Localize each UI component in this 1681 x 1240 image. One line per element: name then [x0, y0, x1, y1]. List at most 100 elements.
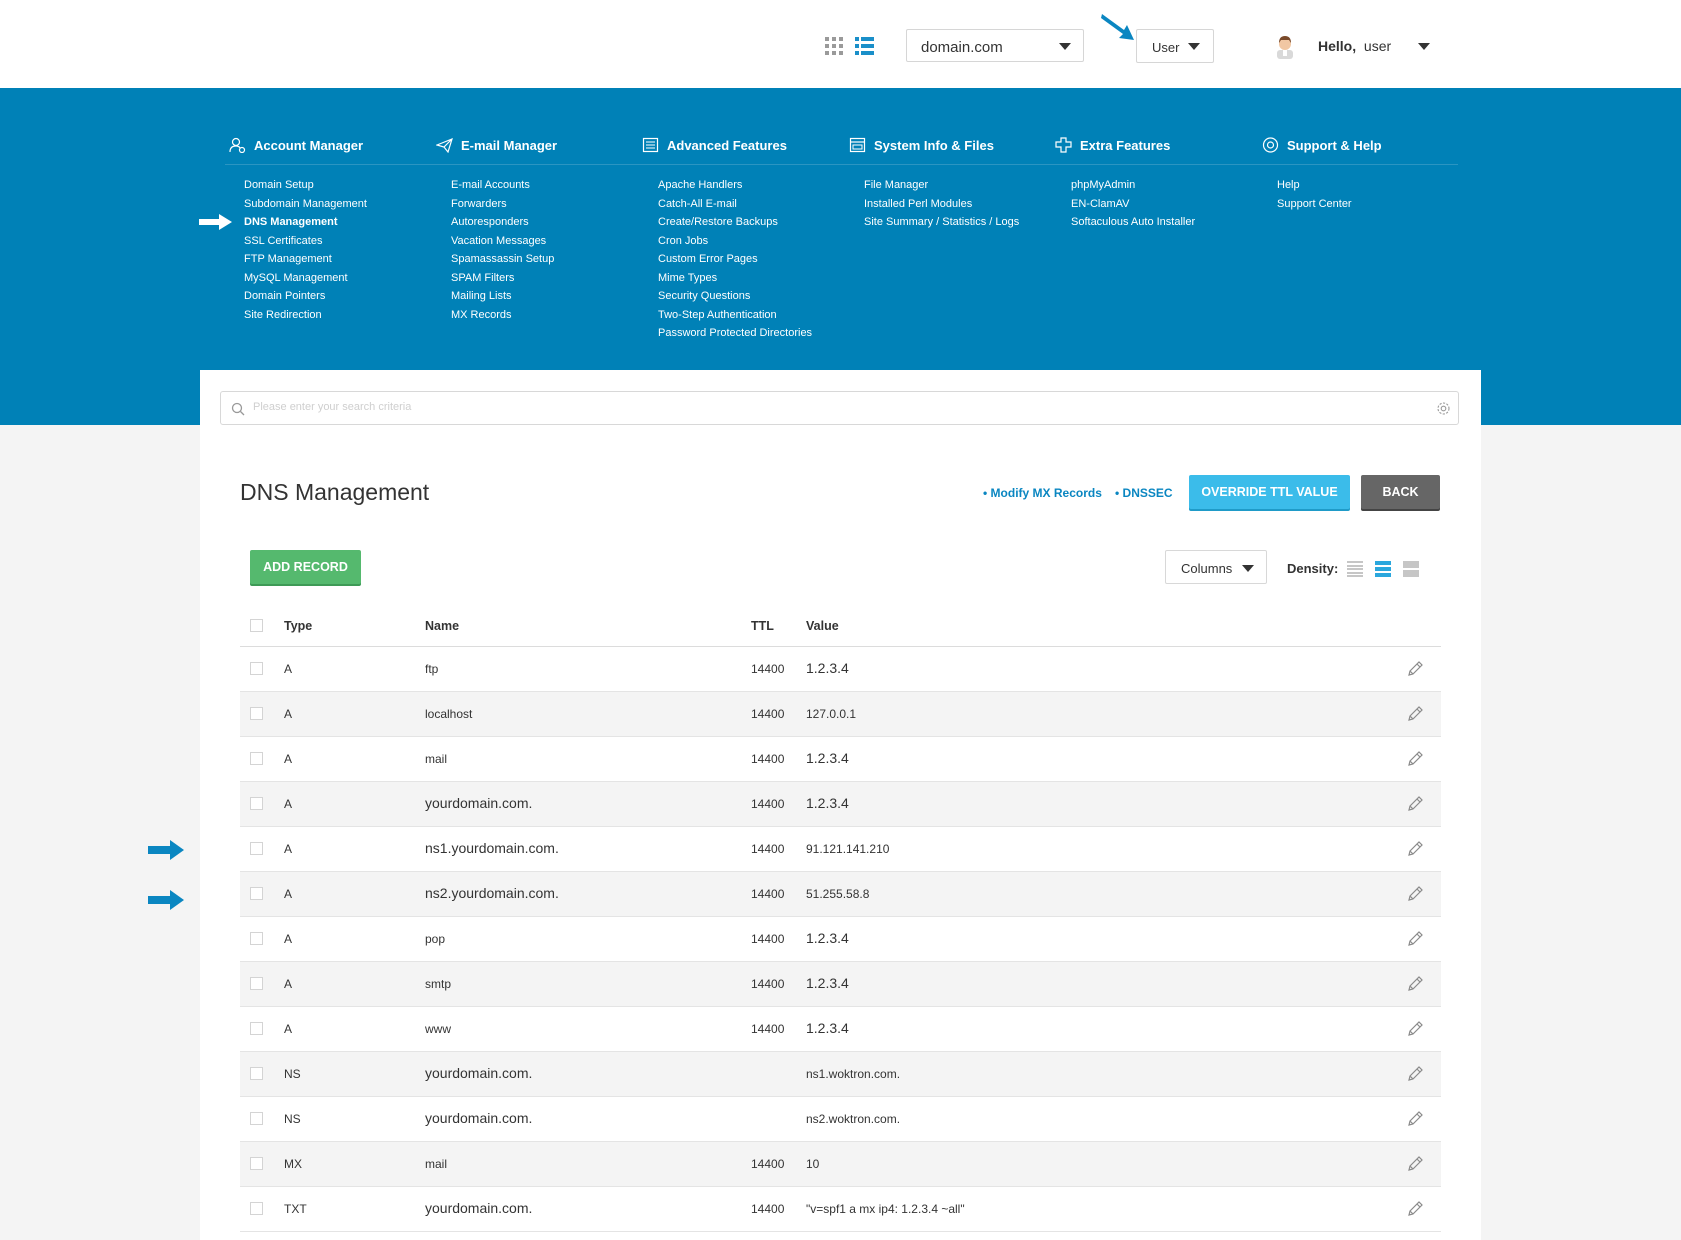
menu-item[interactable]: Mailing Lists	[451, 289, 554, 308]
record-type: A	[284, 707, 293, 721]
edit-pencil-icon[interactable]	[1406, 1110, 1424, 1128]
row-checkbox[interactable]	[250, 1067, 263, 1080]
edit-pencil-icon[interactable]	[1406, 660, 1424, 678]
search-input[interactable]	[251, 400, 1405, 414]
menu-heading[interactable]: Account Manager	[229, 136, 363, 154]
edit-pencil-icon[interactable]	[1406, 840, 1424, 858]
menu-item[interactable]: Vacation Messages	[451, 234, 554, 253]
edit-pencil-icon[interactable]	[1406, 705, 1424, 723]
user-menu-chevron-icon[interactable]	[1418, 43, 1430, 50]
density-compact-icon[interactable]	[1347, 561, 1363, 577]
record-type: A	[284, 797, 293, 811]
menu-item[interactable]: Softaculous Auto Installer	[1071, 215, 1195, 234]
menu-item[interactable]: Catch-All E-mail	[658, 197, 812, 216]
override-ttl-button[interactable]: OVERRIDE TTL VALUE	[1189, 475, 1350, 509]
row-checkbox[interactable]	[250, 887, 263, 900]
menu-item[interactable]: Mime Types	[658, 271, 812, 290]
menu-item[interactable]: EN-ClamAV	[1071, 197, 1195, 216]
column-header-type[interactable]: Type	[284, 619, 312, 633]
list-view-icon[interactable]	[855, 37, 874, 55]
modify-mx-records-link[interactable]: • Modify MX Records	[983, 486, 1102, 500]
username: user	[1363, 38, 1392, 54]
menu-heading[interactable]: System Info & Files	[849, 136, 994, 154]
edit-pencil-icon[interactable]	[1406, 975, 1424, 993]
record-value: ns1.woktron.com.	[806, 1067, 901, 1081]
row-checkbox[interactable]	[250, 707, 263, 720]
density-normal-icon[interactable]	[1375, 561, 1391, 577]
edit-pencil-icon[interactable]	[1406, 1155, 1424, 1173]
menu-item[interactable]: Two-Step Authentication	[658, 308, 812, 327]
menu-item[interactable]: Apache Handlers	[658, 178, 812, 197]
record-name: yourdomain.com.	[425, 1200, 533, 1216]
menu-item[interactable]: FTP Management	[244, 252, 367, 271]
menu-heading[interactable]: Extra Features	[1055, 136, 1170, 154]
menu-item[interactable]: Cron Jobs	[658, 234, 812, 253]
edit-pencil-icon[interactable]	[1406, 750, 1424, 768]
menu-item[interactable]: File Manager	[864, 178, 1019, 197]
grid-view-icon[interactable]	[825, 37, 843, 55]
menu-item[interactable]: SPAM Filters	[451, 271, 554, 290]
columns-label: Columns	[1181, 561, 1233, 576]
record-ttl: 14400	[751, 797, 785, 811]
column-header-value[interactable]: Value	[806, 619, 839, 633]
menu-heading[interactable]: Advanced Features	[642, 136, 787, 154]
column-header-ttl[interactable]: TTL	[751, 619, 774, 633]
menu-item[interactable]: E-mail Accounts	[451, 178, 554, 197]
row-checkbox[interactable]	[250, 1112, 263, 1125]
dnssec-link[interactable]: • DNSSEC	[1115, 486, 1173, 500]
menu-item[interactable]: Security Questions	[658, 289, 812, 308]
edit-pencil-icon[interactable]	[1406, 795, 1424, 813]
menu-item[interactable]: Domain Pointers	[244, 289, 367, 308]
add-record-button[interactable]: ADD RECORD	[250, 550, 361, 584]
edit-pencil-icon[interactable]	[1406, 1065, 1424, 1083]
menu-item[interactable]: Forwarders	[451, 197, 554, 216]
row-checkbox[interactable]	[250, 932, 263, 945]
column-header-name[interactable]: Name	[425, 619, 459, 633]
avatar[interactable]	[1275, 34, 1295, 59]
menu-heading[interactable]: E-mail Manager	[436, 136, 557, 154]
row-checkbox[interactable]	[250, 842, 263, 855]
menu-item[interactable]: Site Redirection	[244, 308, 367, 327]
row-checkbox[interactable]	[250, 977, 263, 990]
menu-item[interactable]: Autoresponders	[451, 215, 554, 234]
menu-item[interactable]: Spamassassin Setup	[451, 252, 554, 271]
greeting[interactable]: Hello, user	[1318, 38, 1391, 54]
user-level-select[interactable]: User	[1136, 29, 1214, 63]
menu-item[interactable]: Custom Error Pages	[658, 252, 812, 271]
edit-pencil-icon[interactable]	[1406, 885, 1424, 903]
record-value: 10	[806, 1157, 820, 1171]
gear-icon[interactable]	[1436, 401, 1451, 416]
menu-heading[interactable]: Support & Help	[1262, 136, 1382, 154]
menu-item[interactable]: Help	[1277, 178, 1352, 197]
menu-item[interactable]: Subdomain Management	[244, 197, 367, 216]
select-all-checkbox[interactable]	[250, 619, 263, 632]
row-checkbox[interactable]	[250, 1022, 263, 1035]
back-button[interactable]: BACK	[1361, 475, 1440, 509]
menu-item-dns-management[interactable]: DNS Management	[244, 215, 367, 234]
menu-item[interactable]: Domain Setup	[244, 178, 367, 197]
menu-item[interactable]: MX Records	[451, 308, 554, 327]
row-checkbox[interactable]	[250, 752, 263, 765]
menu-item[interactable]: phpMyAdmin	[1071, 178, 1195, 197]
menu-item[interactable]: Password Protected Directories	[658, 326, 812, 345]
menu-item[interactable]: Create/Restore Backups	[658, 215, 812, 234]
menu-item[interactable]: MySQL Management	[244, 271, 367, 290]
edit-pencil-icon[interactable]	[1406, 930, 1424, 948]
row-checkbox[interactable]	[250, 1202, 263, 1215]
columns-dropdown[interactable]: Columns	[1165, 550, 1267, 584]
edit-pencil-icon[interactable]	[1406, 1020, 1424, 1038]
row-checkbox[interactable]	[250, 797, 263, 810]
density-comfortable-icon[interactable]	[1403, 561, 1419, 577]
menu-item[interactable]: Installed Perl Modules	[864, 197, 1019, 216]
menu-item[interactable]: Support Center	[1277, 197, 1352, 216]
menu-item[interactable]: SSL Certificates	[244, 234, 367, 253]
domain-select[interactable]: domain.com	[906, 29, 1084, 62]
menu-advanced-features: Advanced Features	[642, 136, 787, 154]
record-value: 1.2.3.4	[806, 795, 849, 811]
menu-heading-label: Account Manager	[254, 137, 364, 153]
record-name: smtp	[425, 977, 452, 991]
row-checkbox[interactable]	[250, 1157, 263, 1170]
row-checkbox[interactable]	[250, 662, 263, 675]
edit-pencil-icon[interactable]	[1406, 1200, 1424, 1218]
menu-item[interactable]: Site Summary / Statistics / Logs	[864, 215, 1019, 234]
